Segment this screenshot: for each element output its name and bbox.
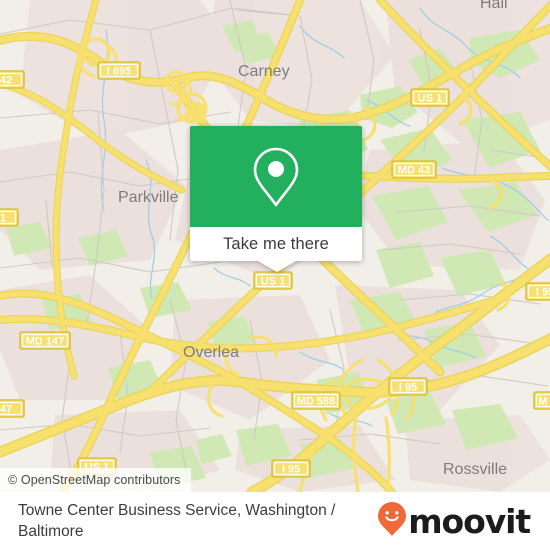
shield-md588: MD 588 bbox=[291, 391, 341, 410]
shield-i95-east: I 95 bbox=[525, 282, 550, 301]
place-label-hall: Hall bbox=[480, 0, 508, 12]
place-label-overlea: Overlea bbox=[183, 344, 239, 361]
place-label-rossville: Rossville bbox=[443, 461, 507, 478]
moovit-map-screenshot: .road-casing { fill:none; stroke:#e8d55a… bbox=[0, 0, 550, 550]
shield-us1-center: US 1 bbox=[253, 271, 293, 290]
shield-i695: I 695 bbox=[97, 61, 141, 80]
svg-text:US 1: US 1 bbox=[418, 93, 442, 105]
osm-attribution-text: © OpenStreetMap contributors bbox=[8, 473, 181, 487]
place-label-carney: Carney bbox=[238, 63, 290, 80]
svg-text:M: M bbox=[538, 396, 547, 408]
location-popup-card[interactable]: Take me there bbox=[190, 126, 362, 272]
popup-icon-panel bbox=[190, 126, 362, 227]
osm-attribution[interactable]: © OpenStreetMap contributors bbox=[0, 468, 191, 492]
svg-text:542: 542 bbox=[0, 75, 12, 87]
svg-text:US 1: US 1 bbox=[261, 276, 285, 288]
shield-md43: MD 43 bbox=[391, 160, 437, 179]
shield-md147: MD 147 bbox=[19, 331, 71, 350]
shield-i95-south: I 95 bbox=[271, 459, 311, 478]
moovit-wordmark: moovit bbox=[408, 501, 531, 541]
moovit-logo[interactable]: moovit bbox=[377, 501, 536, 542]
shield-i95-interchange: I 95 bbox=[388, 377, 428, 396]
svg-text:I 95: I 95 bbox=[282, 464, 300, 476]
moovit-pin-icon bbox=[377, 501, 407, 542]
place-label-parkville: Parkville bbox=[118, 189, 179, 206]
shield-147: 147 bbox=[0, 399, 25, 418]
shield-md41: 41 bbox=[0, 208, 19, 227]
svg-text:I 95: I 95 bbox=[399, 382, 417, 394]
place-title: Towne Center Business Service, Washingto… bbox=[18, 502, 336, 540]
svg-text:I 695: I 695 bbox=[107, 66, 131, 78]
popup-action-panel[interactable]: Take me there bbox=[190, 227, 362, 261]
svg-text:MD 588: MD 588 bbox=[297, 396, 336, 408]
shield-md542: 542 bbox=[0, 70, 25, 89]
take-me-there-label: Take me there bbox=[223, 234, 329, 253]
shield-us1-north: US 1 bbox=[410, 88, 450, 107]
svg-text:MD 43: MD 43 bbox=[398, 165, 430, 177]
location-pin-icon bbox=[252, 146, 300, 208]
svg-text:147: 147 bbox=[0, 404, 12, 416]
svg-text:MD 147: MD 147 bbox=[26, 336, 65, 348]
svg-text:I 95: I 95 bbox=[536, 287, 550, 299]
footer-bar: Towne Center Business Service, Washingto… bbox=[0, 492, 550, 550]
svg-text:41: 41 bbox=[0, 213, 6, 225]
popup-pointer-tail bbox=[258, 261, 296, 272]
shield-md-east: M bbox=[533, 391, 550, 410]
